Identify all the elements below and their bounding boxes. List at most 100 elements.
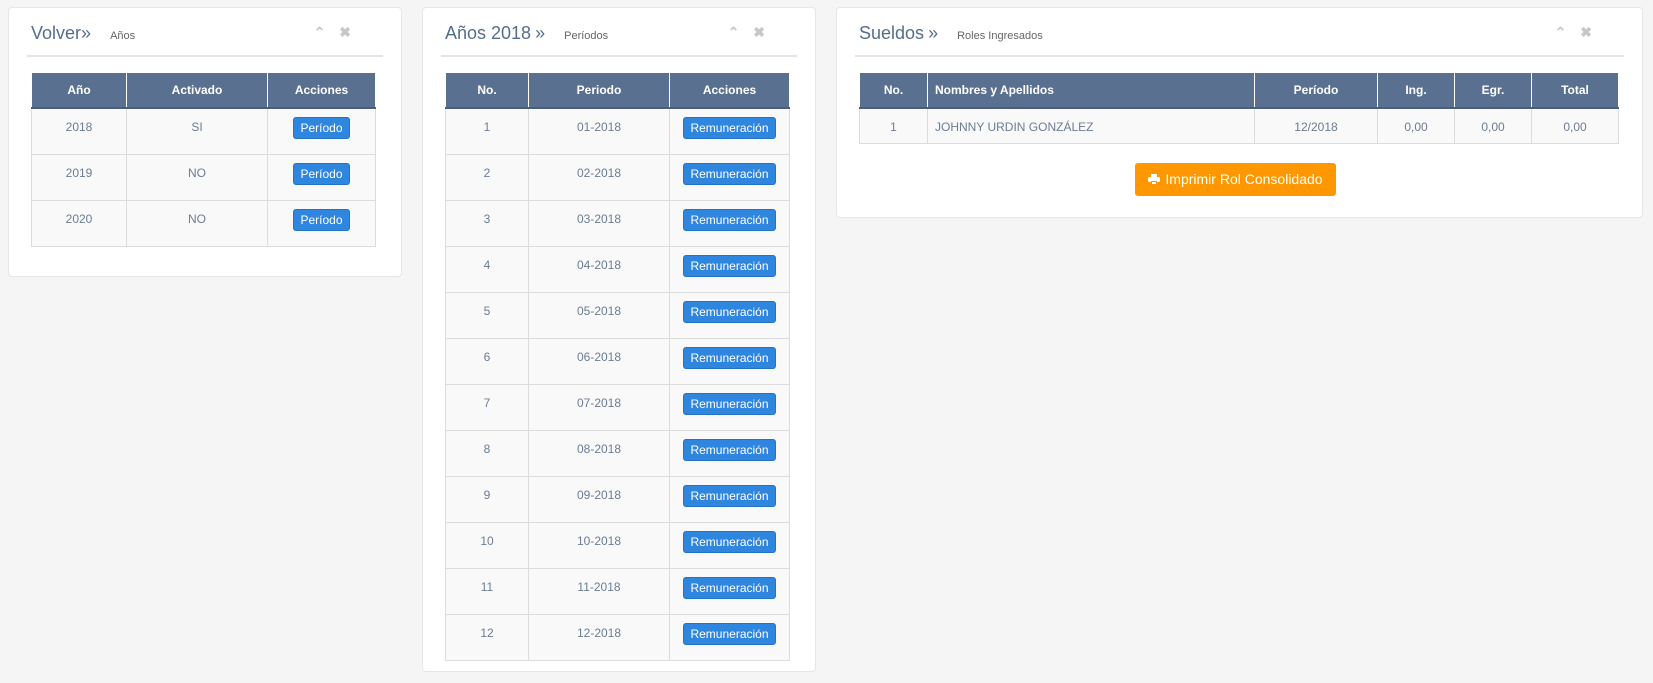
actions-cell: Remuneración <box>669 246 790 293</box>
actions-cell: Período <box>267 154 376 201</box>
col-year: Año <box>31 72 127 109</box>
remuneration-button[interactable]: Remuneración <box>683 209 776 231</box>
col-period: Periodo <box>528 72 670 109</box>
title-separator: » <box>535 23 546 43</box>
remuneration-button[interactable]: Remuneración <box>683 485 776 507</box>
no-cell: 1 <box>445 107 529 155</box>
periods-panel-subtitle: Períodos <box>564 30 609 42</box>
remuneration-button[interactable]: Remuneración <box>683 347 776 369</box>
print-button-label: Imprimir Rol Consolidado <box>1165 171 1323 187</box>
remuneration-button[interactable]: Remuneración <box>683 255 776 277</box>
table-row: 9 09-2018 Remuneración <box>445 476 790 523</box>
title-separator: » <box>81 23 92 43</box>
year-cell: 2018 <box>31 107 127 155</box>
year-cell: 2020 <box>31 200 127 247</box>
period-cell: 12-2018 <box>528 614 670 661</box>
chevron-up-icon[interactable]: ⌃ <box>314 24 326 41</box>
actions-cell: Remuneración <box>669 200 790 247</box>
col-ing: Ing. <box>1377 72 1455 109</box>
active-cell: SI <box>126 107 268 155</box>
remuneration-button[interactable]: Remuneración <box>683 117 776 139</box>
remuneration-button[interactable]: Remuneración <box>683 163 776 185</box>
print-consolidated-button[interactable]: Imprimir Rol Consolidado <box>1135 163 1336 196</box>
chevron-up-icon[interactable]: ⌃ <box>1555 24 1567 41</box>
period-cell: 10-2018 <box>528 522 670 569</box>
remuneration-button[interactable]: Remuneración <box>683 393 776 415</box>
roles-panel-title: Sueldos» Roles Ingresados <box>859 23 1043 44</box>
actions-cell: Período <box>267 107 376 155</box>
period-button[interactable]: Período <box>293 117 350 139</box>
year-cell: 2019 <box>31 154 127 201</box>
active-cell: NO <box>126 200 268 247</box>
no-cell: 3 <box>445 200 529 247</box>
period-cell: 11-2018 <box>528 568 670 615</box>
period-cell: 05-2018 <box>528 292 670 339</box>
remuneration-button[interactable]: Remuneración <box>683 577 776 599</box>
remuneration-button[interactable]: Remuneración <box>683 623 776 645</box>
roles-panel: Sueldos» Roles Ingresados ⌃ ✖ No. Nombre… <box>836 7 1643 218</box>
table-header-row: No. Nombres y Apellidos Período Ing. Egr… <box>859 72 1619 109</box>
period-cell: 03-2018 <box>528 200 670 247</box>
total-cell: 0,00 <box>1531 107 1619 144</box>
actions-cell: Remuneración <box>669 292 790 339</box>
table-row: 8 08-2018 Remuneración <box>445 430 790 477</box>
table-header-row: No. Periodo Acciones <box>445 72 790 109</box>
table-row: 2 02-2018 Remuneración <box>445 154 790 201</box>
table-row: 3 03-2018 Remuneración <box>445 200 790 247</box>
egr-cell: 0,00 <box>1454 107 1532 144</box>
col-actions: Acciones <box>267 72 376 109</box>
remuneration-button[interactable]: Remuneración <box>683 531 776 553</box>
periods-table: No. Periodo Acciones 1 01-2018 Remuneració… <box>445 72 790 661</box>
period-button[interactable]: Período <box>293 163 350 185</box>
col-actions: Acciones <box>669 72 790 109</box>
table-row: 2020 NO Período <box>31 200 376 247</box>
col-period: Período <box>1254 72 1378 109</box>
periods-panel-header: Años 2018» Períodos ⌃ ✖ <box>441 8 797 57</box>
no-cell: 2 <box>445 154 529 201</box>
no-cell: 4 <box>445 246 529 293</box>
col-name: Nombres y Apellidos <box>927 72 1255 109</box>
table-row: 12 12-2018 Remuneración <box>445 614 790 661</box>
actions-cell: Remuneración <box>669 384 790 431</box>
period-button[interactable]: Período <box>293 209 350 231</box>
period-cell: 07-2018 <box>528 384 670 431</box>
no-cell: 1 <box>859 107 928 144</box>
years-panel-subtitle: Años <box>110 30 136 42</box>
col-active: Activado <box>126 72 268 109</box>
table-row: 2018 SI Período <box>31 107 376 155</box>
no-cell: 10 <box>445 522 529 569</box>
period-cell: 01-2018 <box>528 107 670 155</box>
actions-cell: Remuneración <box>669 568 790 615</box>
period-cell: 08-2018 <box>528 430 670 477</box>
remuneration-button[interactable]: Remuneración <box>683 301 776 323</box>
table-row: 1 01-2018 Remuneración <box>445 107 790 155</box>
table-row: 1 JOHNNY URDIN GONZÁLEZ 12/2018 0,00 0,00 0,0… <box>859 107 1619 144</box>
actions-cell: Remuneración <box>669 522 790 569</box>
actions-cell: Remuneración <box>669 338 790 385</box>
title-separator: » <box>928 23 939 43</box>
close-icon[interactable]: ✖ <box>753 24 765 41</box>
salaries-link[interactable]: Sueldos <box>859 23 924 43</box>
chevron-up-icon[interactable]: ⌃ <box>728 24 740 41</box>
actions-cell: Remuneración <box>669 614 790 661</box>
year-link[interactable]: Años 2018 <box>445 23 531 43</box>
close-icon[interactable]: ✖ <box>1580 24 1592 41</box>
no-cell: 9 <box>445 476 529 523</box>
table-header-row: Año Activado Acciones <box>31 72 376 109</box>
col-total: Total <box>1531 72 1619 109</box>
name-cell: JOHNNY URDIN GONZÁLEZ <box>927 107 1255 144</box>
periods-panel-title: Años 2018» Períodos <box>445 23 608 44</box>
no-cell: 5 <box>445 292 529 339</box>
no-cell: 7 <box>445 384 529 431</box>
remuneration-button[interactable]: Remuneración <box>683 439 776 461</box>
actions-cell: Remuneración <box>669 476 790 523</box>
roles-panel-subtitle: Roles Ingresados <box>957 30 1043 42</box>
col-no: No. <box>859 72 928 109</box>
years-panel-header: Volver» Años ⌃ ✖ <box>27 8 383 57</box>
table-row: 6 06-2018 Remuneración <box>445 338 790 385</box>
printer-icon <box>1148 174 1161 185</box>
col-egr: Egr. <box>1454 72 1532 109</box>
ing-cell: 0,00 <box>1377 107 1455 144</box>
back-link[interactable]: Volver <box>31 23 81 43</box>
close-icon[interactable]: ✖ <box>339 24 351 41</box>
